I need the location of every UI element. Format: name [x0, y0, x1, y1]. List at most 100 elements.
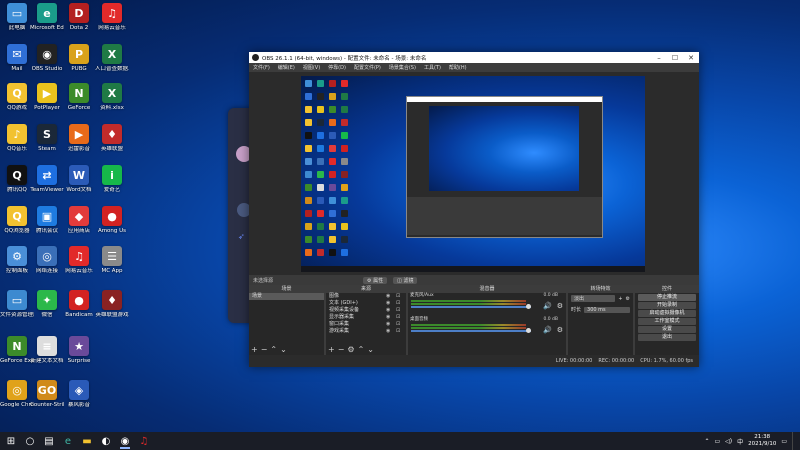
obs-titlebar[interactable]: OBS 26.1.1 (64-bit, windows) - 配置文件: 未命名… [249, 52, 699, 63]
gear-icon[interactable]: ⚙ [557, 326, 563, 334]
desktop-icon[interactable]: S Steam [30, 124, 64, 153]
desktop-icon[interactable]: N GeForce [62, 83, 96, 112]
lock-icon[interactable]: ⊡ [396, 321, 406, 328]
up-icon[interactable]: ⌃ [270, 345, 280, 354]
lock-icon[interactable]: ⊡ [396, 300, 406, 307]
obs-icon[interactable]: ◉ [117, 433, 133, 449]
studio-mode-button[interactable]: 工作室模式 [638, 318, 696, 325]
menu-edit[interactable]: 编辑(E) [278, 64, 295, 71]
desktop-icon[interactable]: Q 腾讯QQ [0, 165, 34, 194]
menu-view[interactable]: 视图(V) [303, 64, 320, 71]
desktop-icon[interactable]: Q QQ浏览器 [0, 206, 34, 235]
settings-button[interactable]: 设置 [638, 326, 696, 333]
source-item[interactable]: 显示器采集 ◉ ⊡ [326, 314, 406, 321]
desktop-icon[interactable]: ▭ 文件资源管理器 [0, 290, 34, 319]
gear-icon[interactable]: ⚙ [557, 302, 563, 310]
eye-icon[interactable]: ◉ [386, 321, 396, 328]
lock-icon[interactable]: ⊡ [396, 328, 406, 335]
desktop-icon[interactable]: ☰ MC App [95, 246, 129, 275]
desktop-icon[interactable]: ● Bandicam [62, 290, 96, 319]
desktop-icon[interactable]: ◈ 暴风影音 [62, 380, 96, 409]
desktop-icon[interactable]: ≡ 新建文本文档 [30, 336, 64, 365]
menu-scene-collection[interactable]: 场景集合(S) [389, 64, 416, 71]
filters-button[interactable]: ◫ 滤镜 [393, 276, 418, 284]
desktop-icon[interactable]: ▶ 迅雷影音 [62, 124, 96, 153]
eye-icon[interactable]: ◉ [386, 307, 396, 314]
desktop-icon[interactable]: ✉ Mail [0, 44, 34, 73]
desktop-icon[interactable]: ▶ PotPlayer [30, 83, 64, 112]
eye-icon[interactable]: ◉ [386, 328, 396, 335]
source-item[interactable]: 文本 (GDI+) ◉ ⊡ [326, 300, 406, 307]
desktop-icon[interactable]: ◎ 网络连接 [30, 246, 64, 275]
desktop-icon[interactable]: ▣ 腾讯会议 [30, 206, 64, 235]
add-icon[interactable]: + [618, 296, 622, 302]
transition-select[interactable]: 淡出 [571, 295, 616, 302]
menu-help[interactable]: 帮助(H) [449, 64, 467, 71]
source-item[interactable]: 视频采集设备 ◉ ⊡ [326, 307, 406, 314]
lock-icon[interactable]: ⊡ [396, 314, 406, 321]
desktop-icon[interactable]: ◉ OBS Studio [30, 44, 64, 73]
desktop-icon[interactable]: i 爱奇艺 [95, 165, 129, 194]
desktop-icon[interactable]: ⇄ TeamViewer [30, 165, 64, 194]
edge-icon[interactable]: e [60, 433, 76, 449]
search-icon[interactable]: ○ [22, 433, 38, 449]
desktop-icon[interactable]: ★ Surprise [62, 336, 96, 365]
down-icon[interactable]: ⌄ [367, 345, 377, 354]
volume-knob[interactable] [526, 304, 531, 309]
volume-knob[interactable] [526, 328, 531, 333]
eye-icon[interactable]: ◉ [386, 293, 396, 300]
exit-button[interactable]: 退出 [638, 334, 696, 341]
start-recording-button[interactable]: 开始录制 [638, 302, 696, 309]
menu-docks[interactable]: 停靠(D) [328, 64, 346, 71]
duration-input[interactable]: 300 ms [584, 306, 630, 313]
close-button[interactable]: ✕ [683, 54, 699, 62]
network-icon[interactable]: ▭ [714, 438, 720, 445]
menu-profile[interactable]: 配置文件(P) [354, 64, 381, 71]
eye-icon[interactable]: ◉ [386, 314, 396, 321]
steam-icon[interactable]: ◐ [98, 433, 114, 449]
desktop-icon[interactable]: ♦ 英雄联盟 [95, 124, 129, 153]
desktop-icon[interactable]: ♪ QQ音乐 [0, 124, 34, 153]
task-view-icon[interactable]: ▤ [41, 433, 57, 449]
desktop-icon[interactable]: Q QQ游戏 [0, 83, 34, 112]
eye-icon[interactable]: ◉ [386, 300, 396, 307]
volume-icon[interactable]: ◁) [725, 438, 732, 445]
desktop-icon[interactable]: X 人口普查数据.xlsx [95, 44, 129, 73]
source-item[interactable]: 图像 ◉ ⊡ [326, 293, 406, 300]
desktop-icon[interactable]: ▭ 此电脑 [0, 3, 34, 32]
desktop-icon[interactable]: P PUBG [62, 44, 96, 73]
add-icon[interactable]: + [251, 345, 261, 354]
add-icon[interactable]: + [328, 345, 338, 354]
desktop-icon[interactable]: D Dota 2 [62, 3, 96, 32]
desktop-icon[interactable]: ◎ Google Chrome [0, 380, 34, 409]
desktop-icon[interactable]: GO Counter-Strike [30, 380, 64, 409]
minimize-button[interactable]: – [651, 54, 667, 62]
maximize-button[interactable]: ☐ [667, 54, 683, 62]
down-icon[interactable]: ⌄ [280, 345, 290, 354]
lock-icon[interactable]: ⊡ [396, 307, 406, 314]
scene-item[interactable]: 场景 [249, 293, 324, 300]
volume-slider[interactable] [411, 306, 531, 308]
speaker-icon[interactable]: 🔊 [543, 326, 552, 334]
desktop-icon[interactable]: ✦ 微信 [30, 290, 64, 319]
obs-window[interactable]: OBS 26.1.1 (64-bit, windows) - 配置文件: 未命名… [249, 52, 699, 367]
desktop-icon[interactable]: ♫ 网易云音乐 [62, 246, 96, 275]
up-icon[interactable]: ⌃ [358, 345, 368, 354]
source-item[interactable]: 游戏采集 ◉ ⊡ [326, 328, 406, 335]
gear-icon[interactable]: ⚙ [347, 345, 357, 354]
show-desktop-button[interactable] [792, 432, 796, 450]
notification-icon[interactable]: ▭ [781, 438, 787, 445]
netease-icon[interactable]: ♫ [136, 433, 152, 449]
clock[interactable]: 21:38 2021/9/10 [748, 434, 776, 448]
explorer-icon[interactable]: ▬ [79, 433, 95, 449]
gear-icon[interactable]: ⚙ [626, 296, 630, 302]
start-icon[interactable]: ⊞ [3, 433, 19, 449]
desktop-icon[interactable]: ♦ 英雄联盟游戏 [95, 290, 129, 319]
desktop-icon[interactable]: ♫ 网易云音乐 [95, 3, 129, 32]
start-virtual-camera-button[interactable]: 启动虚拟摄像机 [638, 310, 696, 317]
desktop-icon[interactable]: ◆ 应用商店 [62, 206, 96, 235]
desktop-icon[interactable]: X 资料.xlsx [95, 83, 129, 112]
menu-tools[interactable]: 工具(T) [424, 64, 441, 71]
remove-icon[interactable]: − [338, 345, 348, 354]
source-item[interactable]: 窗口采集 ◉ ⊡ [326, 321, 406, 328]
